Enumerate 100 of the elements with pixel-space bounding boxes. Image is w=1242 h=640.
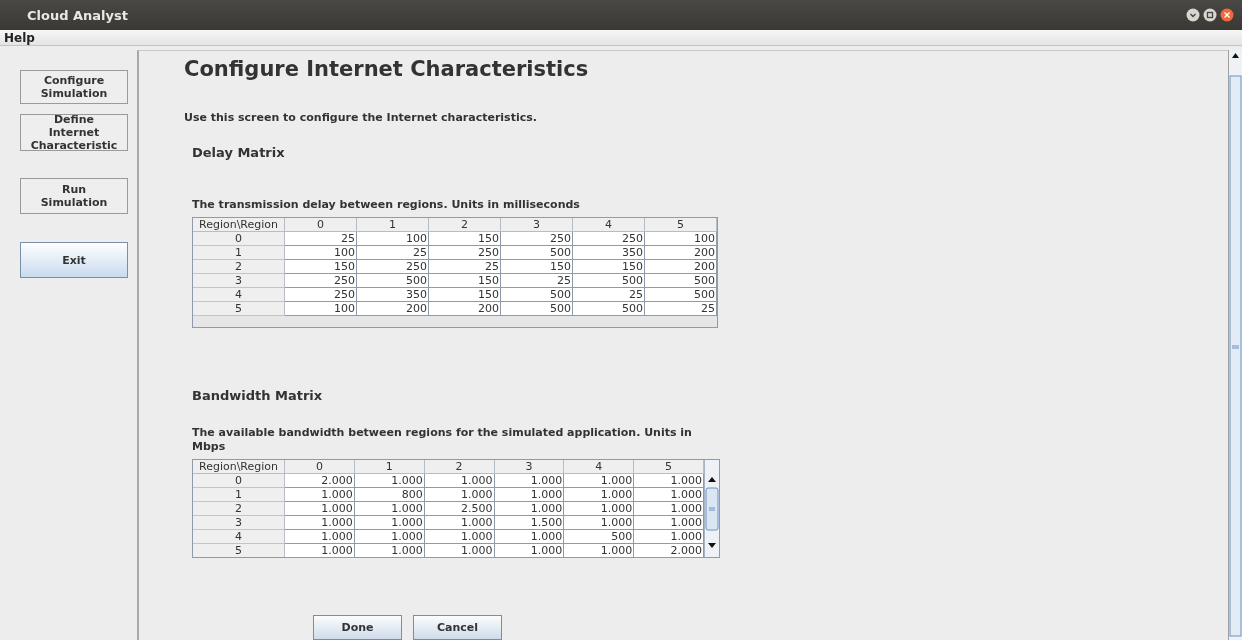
table-cell[interactable]: 100 xyxy=(645,232,717,246)
table-cell[interactable]: 1.000 xyxy=(564,502,635,516)
table-cell[interactable]: 150 xyxy=(573,260,645,274)
done-button[interactable]: Done xyxy=(313,615,402,640)
nav-button[interactable]: Define Internet Characteristic xyxy=(20,114,128,151)
column-header[interactable]: 2 xyxy=(429,218,501,232)
table-cell[interactable]: 800 xyxy=(354,488,425,502)
table-cell[interactable]: 1.000 xyxy=(285,488,355,502)
column-header[interactable]: 3 xyxy=(501,218,573,232)
table-cell[interactable]: 1.000 xyxy=(354,502,425,516)
close-icon[interactable] xyxy=(1220,8,1234,22)
table-cell[interactable]: 150 xyxy=(285,260,357,274)
table-cell[interactable]: 250 xyxy=(573,232,645,246)
table-cell[interactable]: 200 xyxy=(357,302,429,316)
table-cell[interactable]: 1.000 xyxy=(634,474,704,488)
table-cell[interactable]: 1.000 xyxy=(354,474,425,488)
table-cell[interactable]: 1.000 xyxy=(424,488,495,502)
table-cell[interactable]: 1.000 xyxy=(424,530,495,544)
table-cell[interactable]: 100 xyxy=(357,232,429,246)
table-cell[interactable]: 200 xyxy=(429,302,501,316)
table-cell[interactable]: 500 xyxy=(501,302,573,316)
table-cell[interactable]: 1.000 xyxy=(634,488,704,502)
table-cell[interactable]: 100 xyxy=(285,302,357,316)
table-cell[interactable]: 1.000 xyxy=(494,530,565,544)
table-cell[interactable]: 1.000 xyxy=(634,516,704,530)
table-cell[interactable]: 250 xyxy=(285,274,357,288)
table-cell[interactable]: 250 xyxy=(285,288,357,302)
table-cell[interactable]: 250 xyxy=(429,246,501,260)
table-cell[interactable]: 25 xyxy=(285,232,357,246)
table-cell[interactable]: 250 xyxy=(501,232,573,246)
table-cell[interactable]: 150 xyxy=(501,260,573,274)
column-header[interactable]: Region\Region xyxy=(193,218,285,232)
table-cell[interactable]: 200 xyxy=(645,246,717,260)
table-cell[interactable]: 1.000 xyxy=(494,474,565,488)
table-cell[interactable]: 500 xyxy=(645,288,717,302)
column-header[interactable]: 2 xyxy=(424,460,495,474)
row-header: 0 xyxy=(193,232,285,246)
minimize-icon[interactable] xyxy=(1186,8,1200,22)
column-header[interactable]: 1 xyxy=(357,218,429,232)
table-cell[interactable]: 1.000 xyxy=(285,516,355,530)
column-header[interactable]: 5 xyxy=(645,218,717,232)
table-cell[interactable]: 350 xyxy=(573,246,645,260)
table-cell[interactable]: 1.000 xyxy=(564,474,635,488)
table-cell[interactable]: 200 xyxy=(645,260,717,274)
column-header[interactable]: Region\Region xyxy=(193,460,285,474)
table-cell[interactable]: 500 xyxy=(501,288,573,302)
table-cell[interactable]: 1.000 xyxy=(354,544,425,557)
table-cell[interactable]: 150 xyxy=(429,274,501,288)
column-header[interactable]: 4 xyxy=(564,460,635,474)
table-cell[interactable]: 250 xyxy=(357,260,429,274)
table-cell[interactable]: 1.000 xyxy=(494,544,565,557)
table-cell[interactable]: 1.000 xyxy=(494,502,565,516)
nav-button[interactable]: Configure Simulation xyxy=(20,70,128,104)
column-header[interactable]: 0 xyxy=(285,218,357,232)
cancel-button[interactable]: Cancel xyxy=(413,615,502,640)
column-header[interactable]: 3 xyxy=(494,460,565,474)
table-cell[interactable]: 1.000 xyxy=(634,530,704,544)
table-cell[interactable]: 2.000 xyxy=(285,474,355,488)
table-cell[interactable]: 25 xyxy=(573,288,645,302)
table-cell[interactable]: 1.000 xyxy=(354,516,425,530)
table-cell[interactable]: 1.000 xyxy=(564,488,635,502)
table-cell[interactable]: 1.000 xyxy=(564,544,635,557)
table-cell[interactable]: 1.000 xyxy=(424,544,495,557)
table-cell[interactable]: 1.000 xyxy=(564,516,635,530)
nav-button[interactable]: Run Simulation xyxy=(20,178,128,214)
table-cell[interactable]: 25 xyxy=(429,260,501,274)
scrollbar[interactable] xyxy=(1228,50,1242,640)
table-cell[interactable]: 25 xyxy=(357,246,429,260)
table-cell[interactable]: 350 xyxy=(357,288,429,302)
table-cell[interactable]: 25 xyxy=(645,302,717,316)
table-cell[interactable]: 1.000 xyxy=(424,516,495,530)
nav-button[interactable]: Exit xyxy=(20,242,128,278)
table-cell[interactable]: 2.500 xyxy=(424,502,495,516)
table-cell[interactable]: 500 xyxy=(573,302,645,316)
table-cell[interactable]: 1.000 xyxy=(285,544,355,557)
table-cell[interactable]: 2.000 xyxy=(634,544,704,557)
table-cell[interactable]: 150 xyxy=(429,288,501,302)
column-header[interactable]: 0 xyxy=(285,460,355,474)
maximize-icon[interactable] xyxy=(1203,8,1217,22)
table-cell[interactable]: 500 xyxy=(564,530,635,544)
table-cell[interactable]: 1.500 xyxy=(494,516,565,530)
table-cell[interactable]: 1.000 xyxy=(494,488,565,502)
row-header: 5 xyxy=(193,544,285,557)
scrollbar[interactable] xyxy=(704,460,719,557)
table-cell[interactable]: 500 xyxy=(573,274,645,288)
table-cell[interactable]: 150 xyxy=(429,232,501,246)
table-cell[interactable]: 1.000 xyxy=(285,502,355,516)
table-cell[interactable]: 1.000 xyxy=(354,530,425,544)
column-header[interactable]: 4 xyxy=(573,218,645,232)
column-header[interactable]: 1 xyxy=(354,460,425,474)
table-cell[interactable]: 500 xyxy=(357,274,429,288)
table-cell[interactable]: 1.000 xyxy=(424,474,495,488)
table-cell[interactable]: 1.000 xyxy=(285,530,355,544)
table-cell[interactable]: 25 xyxy=(501,274,573,288)
column-header[interactable]: 5 xyxy=(634,460,704,474)
table-cell[interactable]: 1.000 xyxy=(634,502,704,516)
table-cell[interactable]: 500 xyxy=(645,274,717,288)
table-cell[interactable]: 500 xyxy=(501,246,573,260)
table-cell[interactable]: 100 xyxy=(285,246,357,260)
menu-item[interactable]: Help xyxy=(4,30,35,45)
